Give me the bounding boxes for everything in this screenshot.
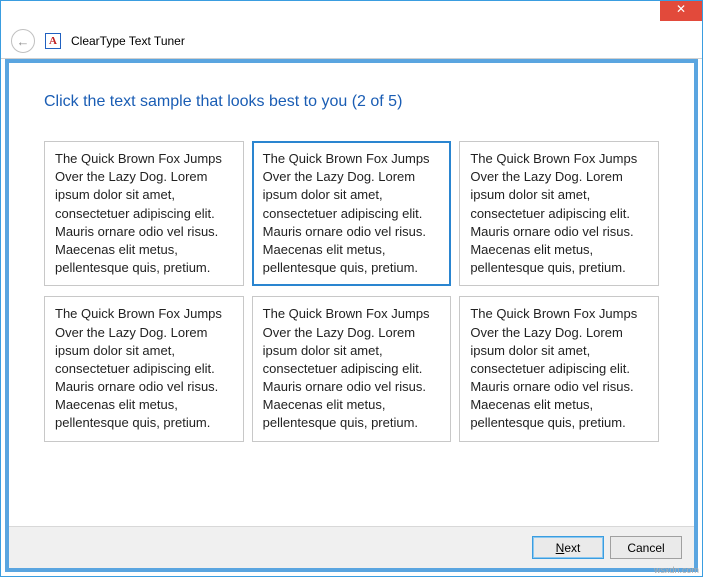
next-rest: ext — [564, 541, 580, 555]
text-sample-4[interactable]: The Quick Brown Fox Jumps Over the Lazy … — [44, 296, 244, 441]
text-sample-3[interactable]: The Quick Brown Fox Jumps Over the Lazy … — [459, 141, 659, 286]
text-sample-1[interactable]: The Quick Brown Fox Jumps Over the Lazy … — [44, 141, 244, 286]
next-button[interactable]: Next — [532, 536, 604, 559]
titlebar: ✕ — [1, 1, 702, 24]
cancel-button[interactable]: Cancel — [610, 536, 682, 559]
body-frame: Click the text sample that looks best to… — [5, 59, 698, 572]
watermark: wsxdn.com — [654, 565, 699, 575]
close-button[interactable]: ✕ — [660, 1, 702, 21]
text-sample-5[interactable]: The Quick Brown Fox Jumps Over the Lazy … — [252, 296, 452, 441]
app-title: ClearType Text Tuner — [71, 34, 185, 48]
back-button[interactable]: ← — [11, 29, 35, 53]
back-arrow-icon: ← — [17, 34, 30, 49]
close-icon: ✕ — [676, 2, 686, 16]
window: ✕ ← A ClearType Text Tuner Click the tex… — [0, 0, 703, 577]
app-icon: A — [45, 33, 61, 49]
text-sample-2[interactable]: The Quick Brown Fox Jumps Over the Lazy … — [252, 141, 452, 286]
sample-grid: The Quick Brown Fox Jumps Over the Lazy … — [44, 141, 659, 442]
instruction-text: Click the text sample that looks best to… — [44, 93, 659, 111]
text-sample-6[interactable]: The Quick Brown Fox Jumps Over the Lazy … — [459, 296, 659, 441]
header: ← A ClearType Text Tuner — [1, 24, 702, 59]
content: Click the text sample that looks best to… — [9, 63, 694, 526]
body: Click the text sample that looks best to… — [9, 63, 694, 568]
footer: Next Cancel — [9, 526, 694, 568]
